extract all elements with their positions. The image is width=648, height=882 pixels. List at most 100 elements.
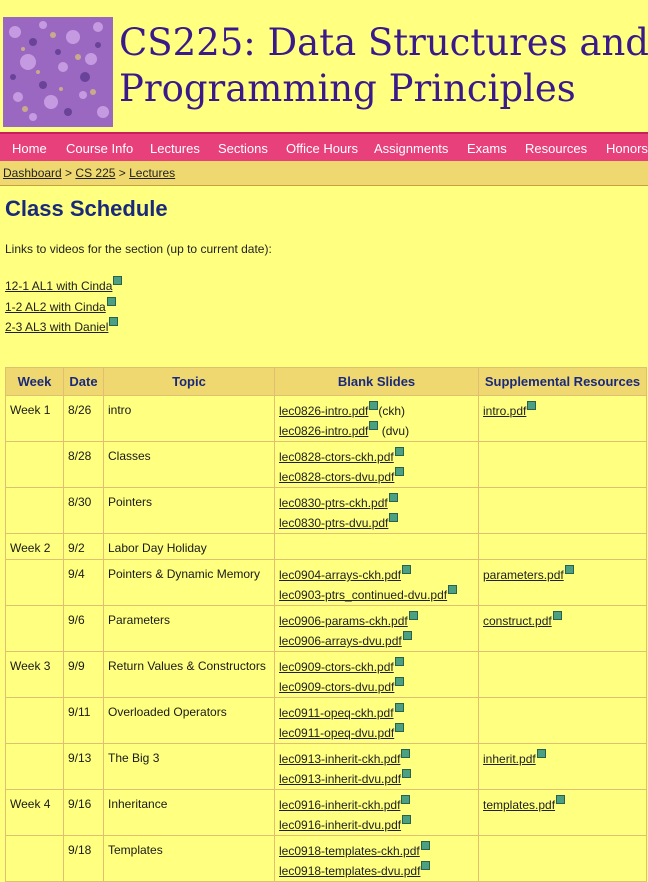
breadcrumb-separator: > (61, 166, 76, 180)
external-link-icon (556, 795, 566, 804)
nav-course-info[interactable]: Course Info (66, 134, 133, 163)
cell-week (5, 487, 64, 534)
breadcrumb-cs225[interactable]: CS 225 (75, 166, 115, 180)
external-link-icon (402, 565, 412, 574)
page-title: Class Schedule (5, 196, 168, 221)
external-link-icon (109, 317, 119, 326)
cell-slides (274, 533, 479, 560)
external-link-icon (448, 585, 458, 594)
cell-topic: Pointers & Dynamic Memory (103, 559, 275, 606)
resource-link[interactable]: construct.pdf (483, 614, 552, 628)
breadcrumb-lectures[interactable]: Lectures (129, 166, 175, 180)
slide-link[interactable]: lec0903-ptrs_continued-dvu.pdf (279, 588, 447, 602)
table-row: Week 2 9/2 Labor Day Holiday (5, 533, 647, 560)
cell-slides: lec0828-ctors-ckh.pdf lec0828-ctors-dvu.p… (274, 441, 479, 488)
external-link-icon (420, 841, 430, 850)
resource-link[interactable]: intro.pdf (483, 404, 526, 418)
external-link-icon (421, 861, 431, 870)
slide-link[interactable]: lec0918-templates-ckh.pdf (279, 844, 420, 858)
slide-entry: lec0906-arrays-dvu.pdf (279, 631, 474, 651)
external-link-icon (552, 611, 562, 620)
external-link-icon (388, 493, 398, 502)
cell-date: 8/26 (63, 395, 104, 442)
slide-link[interactable]: lec0913-inherit-ckh.pdf (279, 752, 400, 766)
col-header-week: Week (5, 367, 64, 396)
cell-slides: lec0909-ctors-ckh.pdf lec0909-ctors-dvu.p… (274, 651, 479, 698)
external-link-icon (394, 703, 404, 712)
breadcrumb: Dashboard > CS 225 > Lectures (0, 161, 648, 186)
cell-date: 9/13 (63, 743, 104, 790)
nav-honors[interactable]: Honors (606, 134, 648, 163)
slide-entry: lec0830-ptrs-ckh.pdf (279, 493, 474, 513)
slide-link[interactable]: lec0830-ptrs-dvu.pdf (279, 516, 388, 530)
external-link-icon (401, 749, 411, 758)
video-link[interactable]: 1-2 AL2 with Cinda (5, 300, 106, 314)
site-title: CS225: Data Structures and Programming P… (119, 20, 648, 112)
nav-home[interactable]: Home (12, 134, 47, 163)
slide-link[interactable]: lec0826-intro.pdf (279, 424, 368, 438)
breadcrumb-dashboard[interactable]: Dashboard (3, 166, 62, 180)
external-link-icon (527, 401, 537, 410)
slide-link[interactable]: lec0828-ctors-dvu.pdf (279, 470, 394, 484)
breadcrumb-separator: > (115, 166, 130, 180)
external-link-icon (564, 565, 574, 574)
main-nav: Home Course Info Lectures Sections Offic… (0, 132, 648, 163)
slide-link[interactable]: lec0906-params-ckh.pdf (279, 614, 408, 628)
cell-topic: Templates (103, 835, 275, 882)
site-title-line2: Programming Principles (119, 67, 576, 110)
nav-resources[interactable]: Resources (525, 134, 587, 163)
site-title-line1: CS225: Data Structures and (119, 21, 648, 64)
table-row: Week 1 8/26 intro lec0826-intro.pdf (ckh) lec… (5, 395, 647, 442)
cell-topic: Parameters (103, 605, 275, 652)
external-link-icon (395, 467, 405, 476)
slide-link[interactable]: lec0913-inherit-dvu.pdf (279, 772, 401, 786)
slide-link[interactable]: lec0826-intro.pdf (279, 404, 368, 418)
nav-assignments[interactable]: Assignments (374, 134, 448, 163)
resource-link[interactable]: inherit.pdf (483, 752, 536, 766)
slide-entry: lec0916-inherit-ckh.pdf (279, 795, 474, 815)
nav-office-hours[interactable]: Office Hours (286, 134, 358, 163)
cell-date: 9/9 (63, 651, 104, 698)
slide-link[interactable]: lec0904-arrays-ckh.pdf (279, 568, 401, 582)
course-logo (3, 17, 113, 127)
table-header-row: Week Date Topic Blank Slides Supplementa… (5, 367, 647, 396)
cell-week: Week 3 (5, 651, 64, 698)
nav-exams[interactable]: Exams (467, 134, 507, 163)
external-link-icon (536, 749, 546, 758)
video-link[interactable]: 2-3 AL3 with Daniel (5, 320, 108, 334)
external-link-icon (402, 769, 412, 778)
slide-entry: lec0826-intro.pdf (ckh) (279, 401, 474, 421)
video-link[interactable]: 12-1 AL1 with Cinda (5, 279, 112, 293)
slide-link[interactable]: lec0916-inherit-dvu.pdf (279, 818, 401, 832)
nav-sections[interactable]: Sections (218, 134, 268, 163)
cell-topic: Labor Day Holiday (103, 533, 275, 560)
col-header-slides: Blank Slides (274, 367, 479, 396)
slide-link[interactable]: lec0911-opeq-dvu.pdf (279, 726, 394, 740)
resource-link[interactable]: parameters.pdf (483, 568, 564, 582)
cell-date: 9/6 (63, 605, 104, 652)
video-links: 12-1 AL1 with Cinda 1-2 AL2 with Cinda 2… (5, 276, 123, 338)
resource-link[interactable]: templates.pdf (483, 798, 555, 812)
slide-link[interactable]: lec0906-arrays-dvu.pdf (279, 634, 402, 648)
external-link-icon (389, 513, 399, 522)
cell-topic: The Big 3 (103, 743, 275, 790)
cell-topic: Pointers (103, 487, 275, 534)
cell-week: Week 2 (5, 533, 64, 560)
slide-entry: lec0903-ptrs_continued-dvu.pdf (279, 585, 474, 605)
slide-link[interactable]: lec0909-ctors-ckh.pdf (279, 660, 394, 674)
cell-resources (478, 651, 647, 698)
slide-link[interactable]: lec0909-ctors-dvu.pdf (279, 680, 394, 694)
slide-link[interactable]: lec0916-inherit-ckh.pdf (279, 798, 400, 812)
external-link-icon (395, 677, 405, 686)
cell-slides: lec0826-intro.pdf (ckh) lec0826-intro.pdf … (274, 395, 479, 442)
slide-link[interactable]: lec0830-ptrs-ckh.pdf (279, 496, 388, 510)
cell-resources (478, 441, 647, 488)
cell-topic: Return Values & Constructors (103, 651, 275, 698)
slide-entry: lec0909-ctors-dvu.pdf (279, 677, 474, 697)
col-header-resources: Supplemental Resources (478, 367, 647, 396)
slide-link[interactable]: lec0911-opeq-ckh.pdf (279, 706, 394, 720)
slide-link[interactable]: lec0828-ctors-ckh.pdf (279, 450, 394, 464)
cell-week (5, 605, 64, 652)
cell-week: Week 1 (5, 395, 64, 442)
nav-lectures[interactable]: Lectures (150, 134, 200, 163)
